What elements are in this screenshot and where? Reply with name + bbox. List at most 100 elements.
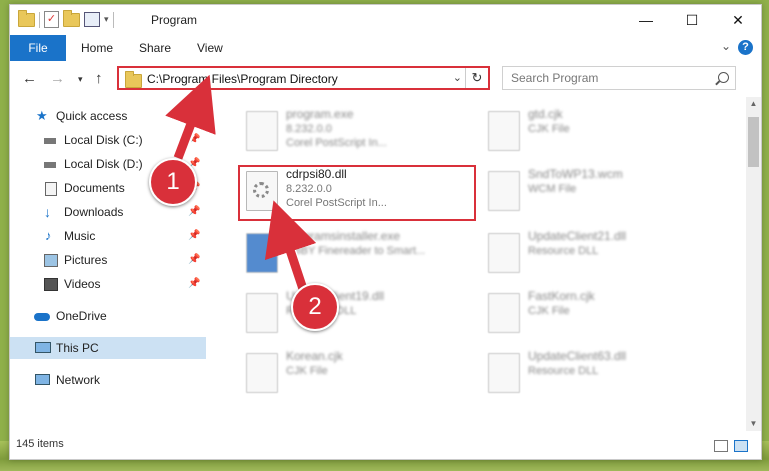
expand-ribbon-icon[interactable]: ⌄ <box>721 39 731 53</box>
documents-icon <box>45 182 57 196</box>
separator <box>112 11 114 28</box>
file-detail: Resource DLL <box>528 365 599 377</box>
scroll-up-icon[interactable]: ▲ <box>746 97 761 111</box>
scrollbar-thumb[interactable] <box>748 117 759 167</box>
sidebar-item-music[interactable]: ♪ Music 📌 <box>10 225 206 247</box>
step-badge-2: 2 <box>291 283 339 331</box>
separator <box>39 11 40 28</box>
pin-icon[interactable]: 📌 <box>188 201 200 223</box>
file-item[interactable]: gtd.cjk CJK File <box>478 103 698 159</box>
sidebar-item-quick-access[interactable]: ★ Quick access <box>10 105 206 127</box>
file-name: UpdateClient21.dll <box>528 229 627 243</box>
search-input[interactable]: Search Program <box>502 66 736 90</box>
file-detail: 8.232.0.0 <box>286 123 332 135</box>
pictures-icon <box>44 254 58 267</box>
file-item[interactable]: UpdateClient21.dll Resource DLL <box>478 225 698 281</box>
file-detail: CJK File <box>286 365 328 377</box>
file-detail: WCM File <box>528 183 577 195</box>
vertical-scrollbar[interactable]: ▲ ▼ <box>746 97 761 431</box>
file-item[interactable]: SndToWP13.wcm WCM File <box>478 163 698 219</box>
videos-icon <box>44 278 58 291</box>
file-name: UpdateClient63.dll <box>528 349 627 363</box>
dll-file-icon <box>488 353 520 393</box>
file-detail: CJK File <box>528 305 570 317</box>
dll-file-icon <box>246 293 278 333</box>
highlight-box <box>238 165 476 221</box>
search-placeholder: Search Program <box>511 71 599 85</box>
sidebar-item-network[interactable]: Network <box>10 369 206 391</box>
folder-icon <box>125 71 142 88</box>
tab-file[interactable]: File <box>10 35 66 61</box>
scroll-down-icon[interactable]: ▼ <box>746 417 761 431</box>
file-item[interactable]: program.exe 8.232.0.0 Corel PostScript I… <box>236 103 456 159</box>
minimize-button[interactable]: — <box>623 5 669 35</box>
large-icons-view-icon[interactable] <box>734 440 748 452</box>
sidebar-item-label: Network <box>56 373 101 387</box>
network-icon <box>35 374 50 385</box>
computer-icon <box>35 342 51 353</box>
sidebar-item-label: Documents <box>64 181 125 195</box>
pin-icon[interactable]: 📌 <box>188 225 200 247</box>
file-name: programsinstaller.exe <box>286 229 401 243</box>
file-detail: Resource DLL <box>528 245 599 257</box>
tab-share[interactable]: Share <box>139 35 171 61</box>
quick-access-toolbar: ✓ ▾ <box>18 9 114 28</box>
pin-icon[interactable]: 📌 <box>188 249 200 271</box>
recent-locations-icon[interactable]: ▾ <box>78 74 83 85</box>
folder-icon[interactable] <box>18 9 35 27</box>
back-arrow-icon[interactable]: ← <box>22 70 37 87</box>
sidebar-item-pictures[interactable]: Pictures 📌 <box>10 249 206 271</box>
sidebar-item-onedrive[interactable]: OneDrive <box>10 305 206 327</box>
tab-view[interactable]: View <box>197 35 223 61</box>
explorer-window: ✓ ▾ Program — ☐ ✕ File Home Share View ⌄… <box>9 4 762 460</box>
sidebar-item-videos[interactable]: Videos 📌 <box>10 273 206 295</box>
properties-check-icon[interactable]: ✓ <box>44 11 59 28</box>
file-icon <box>246 353 278 393</box>
file-item[interactable]: UpdateClient19.dll Resource DLL <box>236 285 456 341</box>
sidebar-item-label: This PC <box>56 341 99 355</box>
sidebar-item-local-disk-c[interactable]: Local Disk (C:) 📌 <box>10 129 206 151</box>
file-detail: ABBY Finereader to Smart... <box>286 245 426 257</box>
music-icon: ♪ <box>45 228 52 243</box>
search-icon <box>718 72 729 83</box>
navigation-pane: ★ Quick access Local Disk (C:) 📌 Local D… <box>10 97 206 431</box>
customize-icon[interactable] <box>84 12 100 27</box>
file-item[interactable]: UpdateClient63.dll Resource DLL <box>478 345 698 401</box>
sidebar-item-label: Quick access <box>56 109 128 123</box>
installer-icon <box>246 233 278 273</box>
file-name: SndToWP13.wcm <box>528 167 623 181</box>
sidebar-item-this-pc[interactable]: This PC <box>10 337 206 359</box>
file-item[interactable]: FastKorn.cjk CJK File <box>478 285 698 341</box>
address-bar[interactable]: C:\Program Files\Program Directory ⌄ ↻ <box>117 66 490 90</box>
maximize-button[interactable]: ☐ <box>669 5 715 35</box>
chevron-down-icon[interactable]: ▾ <box>104 14 109 25</box>
drive-icon <box>44 138 56 144</box>
forward-arrow-icon[interactable]: → <box>50 70 65 87</box>
downloads-icon: ↓ <box>44 204 51 220</box>
sidebar-item-label: Music <box>64 229 96 243</box>
new-folder-icon[interactable] <box>63 9 80 27</box>
file-list: program.exe 8.232.0.0 Corel PostScript I… <box>206 97 746 431</box>
file-item[interactable]: Korean.cjk CJK File <box>236 345 456 401</box>
help-icon[interactable]: ? <box>738 40 753 55</box>
item-count: 145 items <box>16 438 64 450</box>
file-icon <box>488 171 520 211</box>
details-view-icon[interactable] <box>714 440 728 452</box>
pin-icon[interactable]: 📌 <box>188 273 200 295</box>
file-item[interactable]: programsinstaller.exe ABBY Finereader to… <box>236 225 456 281</box>
pin-icon[interactable]: 📌 <box>188 129 200 151</box>
close-button[interactable]: ✕ <box>715 5 761 35</box>
file-name: program.exe <box>286 107 354 121</box>
drive-icon <box>44 162 56 168</box>
refresh-icon[interactable]: ↻ <box>465 68 488 88</box>
dll-file-icon <box>488 233 520 273</box>
file-name: gtd.cjk <box>528 107 563 121</box>
address-path: C:\Program Files\Program Directory <box>147 72 338 86</box>
sidebar-item-label: Pictures <box>64 253 108 267</box>
tab-home[interactable]: Home <box>81 35 113 61</box>
file-icon <box>488 293 520 333</box>
up-arrow-icon[interactable]: ↑ <box>95 70 103 87</box>
sidebar-item-label: Videos <box>64 277 101 291</box>
title-bar: ✓ ▾ Program — ☐ ✕ <box>10 5 761 35</box>
chevron-down-icon[interactable]: ⌄ <box>453 71 462 84</box>
